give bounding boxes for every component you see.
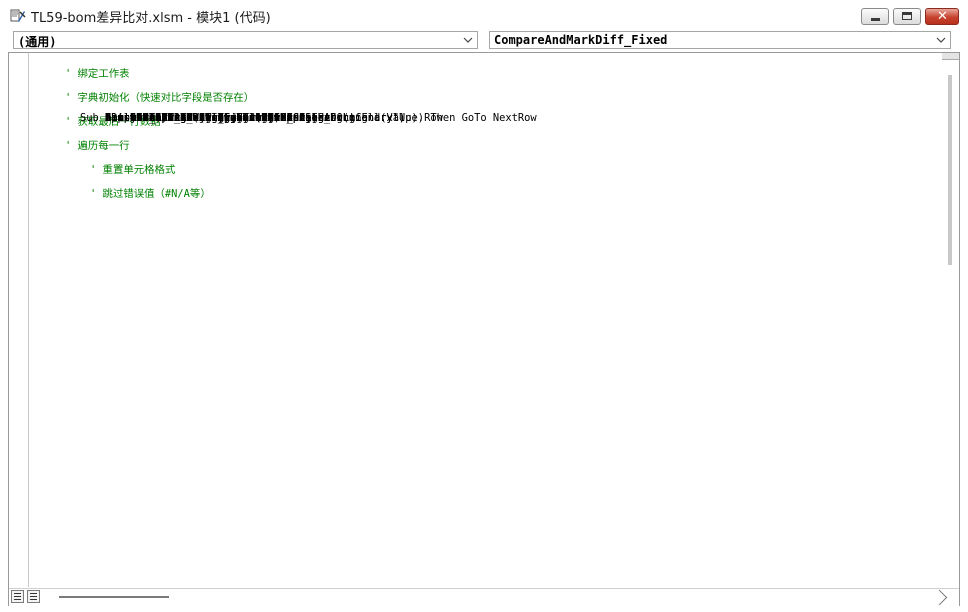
procedure-dropdown-value: CompareAndMarkDiff_Fixed [494,33,668,47]
minimize-button[interactable] [861,8,889,25]
procedure-dropdown[interactable]: CompareAndMarkDiff_Fixed [489,31,951,49]
chevron-right-icon[interactable] [931,589,948,606]
code-comment-line[interactable]: ' 重置单元格格式 [40,164,940,176]
procedure-view-button[interactable] [11,590,24,603]
procedure-view-icon [14,593,21,600]
minimize-icon [871,18,880,21]
vertical-scrollbar[interactable] [942,53,959,587]
code-editor[interactable]: Sub CompareAndMarkDiff_Fixed() Dim ws As… [40,56,940,586]
code-line[interactable] [40,176,940,188]
horizontal-scroll-thumb[interactable] [59,596,169,598]
margin-indicator-bar[interactable] [9,53,29,587]
close-icon: ✕ [937,9,948,24]
code-line[interactable] [40,128,940,140]
full-module-view-button[interactable] [27,590,40,603]
vertical-scroll-thumb[interactable] [948,75,952,265]
code-comment-line[interactable]: ' 遍历每一行 [40,140,940,152]
code-comment-line[interactable]: ' 绑定工作表 [40,68,940,80]
split-bar[interactable] [942,53,959,60]
chevron-down-icon[interactable] [935,32,947,48]
object-dropdown-value: (通用) [18,35,57,49]
code-line[interactable] [40,56,940,68]
maximize-button[interactable] [893,8,921,25]
maximize-icon [902,12,912,20]
vba-module-icon [10,9,26,22]
chevron-down-icon[interactable] [462,32,474,48]
object-dropdown[interactable]: (通用) [13,31,478,49]
code-line[interactable] [40,80,940,92]
close-button[interactable]: ✕ [925,8,959,25]
horizontal-scrollbar[interactable] [9,588,959,606]
title-bar[interactable]: TL59-bom差异比对.xlsm - 模块1 (代码) ✕ [0,0,968,31]
code-comment-line[interactable]: ' 跳过错误值（#N/A等） [40,188,940,200]
window-title: TL59-bom差异比对.xlsm - 模块1 (代码) [31,11,271,26]
full-module-view-icon [30,593,37,600]
code-comment-line[interactable]: ' 字典初始化（快速对比字段是否存在） [40,92,940,104]
code-line[interactable]: If IsError(hCell.Value) Or IsError(mCell… [80,112,940,124]
code-line[interactable] [40,152,940,164]
